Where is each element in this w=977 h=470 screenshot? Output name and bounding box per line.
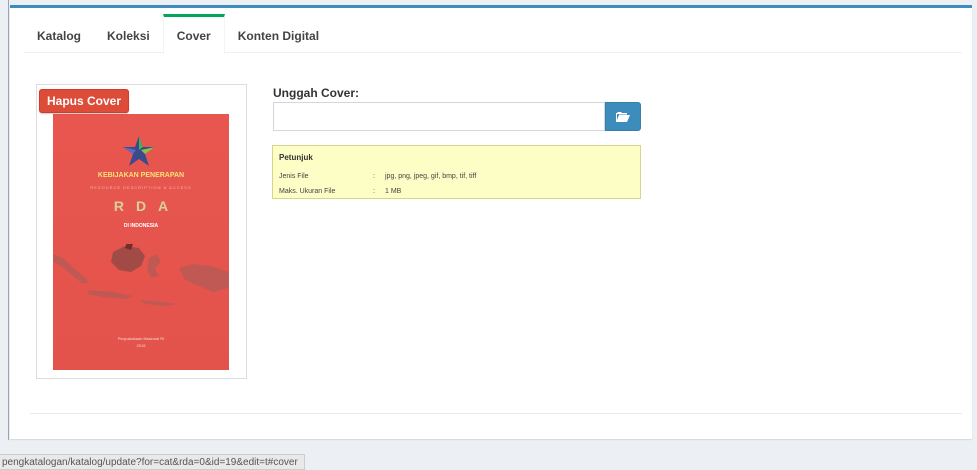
- tab-katalog[interactable]: Katalog: [24, 14, 94, 53]
- hint-sep: :: [373, 173, 375, 180]
- window-edge: [8, 0, 9, 440]
- delete-cover-button[interactable]: Hapus Cover: [39, 89, 130, 113]
- book-year: 2015: [136, 343, 146, 348]
- tab-bar: Katalog Koleksi Cover Konten Digital: [24, 14, 962, 54]
- tab-cover[interactable]: Cover: [162, 14, 225, 54]
- hint-sep: :: [373, 188, 375, 195]
- browse-file-button[interactable]: [605, 102, 641, 131]
- book-subtitle: RESOURCE DESCRIPTION & ACCESS: [90, 185, 192, 190]
- tab-koleksi[interactable]: Koleksi: [94, 14, 163, 53]
- indonesia-map-illustration: [53, 244, 229, 306]
- hint-title: Petunjuk: [279, 153, 313, 162]
- hint-row-file-type: Jenis File: jpg, png, jpeg, gif, bmp, tif…: [279, 173, 476, 180]
- hint-key: Jenis File: [279, 173, 309, 180]
- book-publisher-name: Perpustakaan Nasional RI: [117, 336, 165, 341]
- upload-file-input[interactable]: [273, 102, 605, 131]
- hint-row-max-size: Maks. Ukuran File: 1 MB: [279, 188, 401, 195]
- book-publisher: Perpustakaan Nasional RI 2015: [53, 335, 229, 349]
- hint-key: Maks. Ukuran File: [279, 188, 336, 195]
- upload-hint-box: Petunjuk Jenis File: jpg, png, jpeg, gif,…: [272, 145, 641, 199]
- hint-value: jpg, png, jpeg, gif, bmp, tif, tiff: [385, 173, 477, 180]
- book-cover-image: KEBIJAKAN PENERAPAN RESOURCE DESCRIPTION…: [53, 114, 229, 370]
- hint-value: 1 MB: [385, 188, 402, 195]
- tab-pane-cover: KEBIJAKAN PENERAPAN RESOURCE DESCRIPTION…: [30, 53, 962, 414]
- star-logo-icon: [123, 136, 155, 166]
- tab-konten-digital[interactable]: Konten Digital: [225, 14, 332, 53]
- book-rda: RDA: [113, 198, 181, 214]
- folder-open-icon: [616, 111, 630, 122]
- upload-cover-label: Unggah Cover:: [273, 86, 360, 100]
- book-title: KEBIJAKAN PENERAPAN: [97, 172, 185, 179]
- book-country: DI INDONESIA: [123, 223, 159, 229]
- cover-preview: KEBIJAKAN PENERAPAN RESOURCE DESCRIPTION…: [36, 84, 247, 379]
- browser-status-url: pengkatalogan/katalog/update?for=cat&rda…: [0, 454, 305, 470]
